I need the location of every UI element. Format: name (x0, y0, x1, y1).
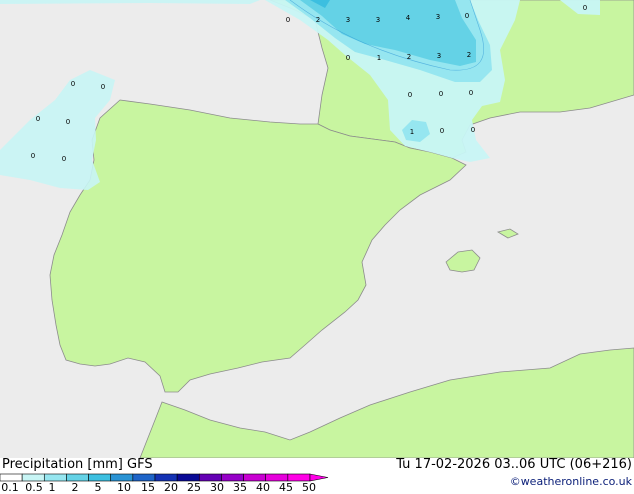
contour-label: 0 (465, 12, 469, 20)
legend-tick: 25 (187, 481, 201, 494)
forecast-datetime: Tu 17-02-2026 03..06 UTC (06+216) (396, 457, 632, 472)
precipitation-map: 0 2 3 3 4 3 0 0 0 1 2 3 2 0 0 0 1 0 0 0 0 0 0 0 0 (0, 0, 634, 458)
contour-label: 0 (101, 83, 105, 91)
contour-label: 0 (408, 91, 412, 99)
legend-swatch (221, 473, 244, 482)
contour-label: 0 (62, 155, 66, 163)
map-footer: Precipitation [mm] GFS Tu 17-02-2026 03.… (0, 457, 634, 494)
legend-swatch (43, 473, 67, 482)
legend-swatch (88, 473, 112, 482)
legend-tick: 2 (71, 481, 79, 494)
legend-tick: 0.1 (1, 481, 19, 494)
credit-link[interactable]: ©weatheronline.co.uk (510, 476, 632, 487)
legend-arrow (309, 473, 329, 482)
legend-tick: 40 (256, 481, 270, 494)
contour-label: 3 (376, 16, 380, 24)
contour-label: 3 (346, 16, 350, 24)
contour-label: 3 (436, 13, 440, 21)
legend-tick: 0.5 (25, 481, 43, 494)
legend-swatch (110, 473, 134, 482)
legend-tick: 15 (141, 481, 155, 494)
contour-label: 0 (583, 4, 587, 12)
map-title: Precipitation [mm] GFS (2, 457, 153, 472)
legend-swatch (21, 473, 45, 482)
contour-label: 0 (439, 90, 443, 98)
legend-swatch (265, 473, 289, 482)
contour-label: 2 (467, 51, 471, 59)
contour-label: 0 (36, 115, 40, 123)
legend-tick: 10 (117, 481, 131, 494)
contour-label: 0 (471, 126, 475, 134)
contour-label: 1 (410, 128, 414, 136)
weather-map-page: 0233430001232000100000000 Precipitation … (0, 0, 634, 494)
contour-label: 0 (31, 152, 35, 160)
contour-label: 0 (286, 16, 290, 24)
legend-swatch (176, 473, 200, 482)
legend-swatch (0, 473, 23, 482)
contour-label: 3 (437, 52, 441, 60)
legend-swatch (198, 473, 222, 482)
legend-tick: 45 (279, 481, 293, 494)
legend-swatch (243, 473, 267, 482)
legend-tick: 30 (210, 481, 224, 494)
contour-label: 0 (440, 127, 444, 135)
contour-label: 4 (406, 14, 411, 22)
legend-tick: 1 (48, 481, 56, 494)
legend-tick: 50 (302, 481, 316, 494)
contour-label: 2 (316, 16, 320, 24)
legend-swatch (154, 473, 178, 482)
contour-label: 1 (377, 54, 381, 62)
legend-swatch (287, 473, 311, 482)
contour-label: 0 (346, 54, 350, 62)
legend-swatch (132, 473, 156, 482)
contour-label: 0 (66, 118, 70, 126)
contour-label: 0 (71, 80, 75, 88)
legend-swatch (66, 473, 89, 482)
legend-tick: 5 (94, 481, 102, 494)
contour-label: 0 (469, 89, 473, 97)
legend-tick: 20 (164, 481, 178, 494)
legend-tick: 35 (233, 481, 247, 494)
contour-label: 2 (407, 53, 411, 61)
